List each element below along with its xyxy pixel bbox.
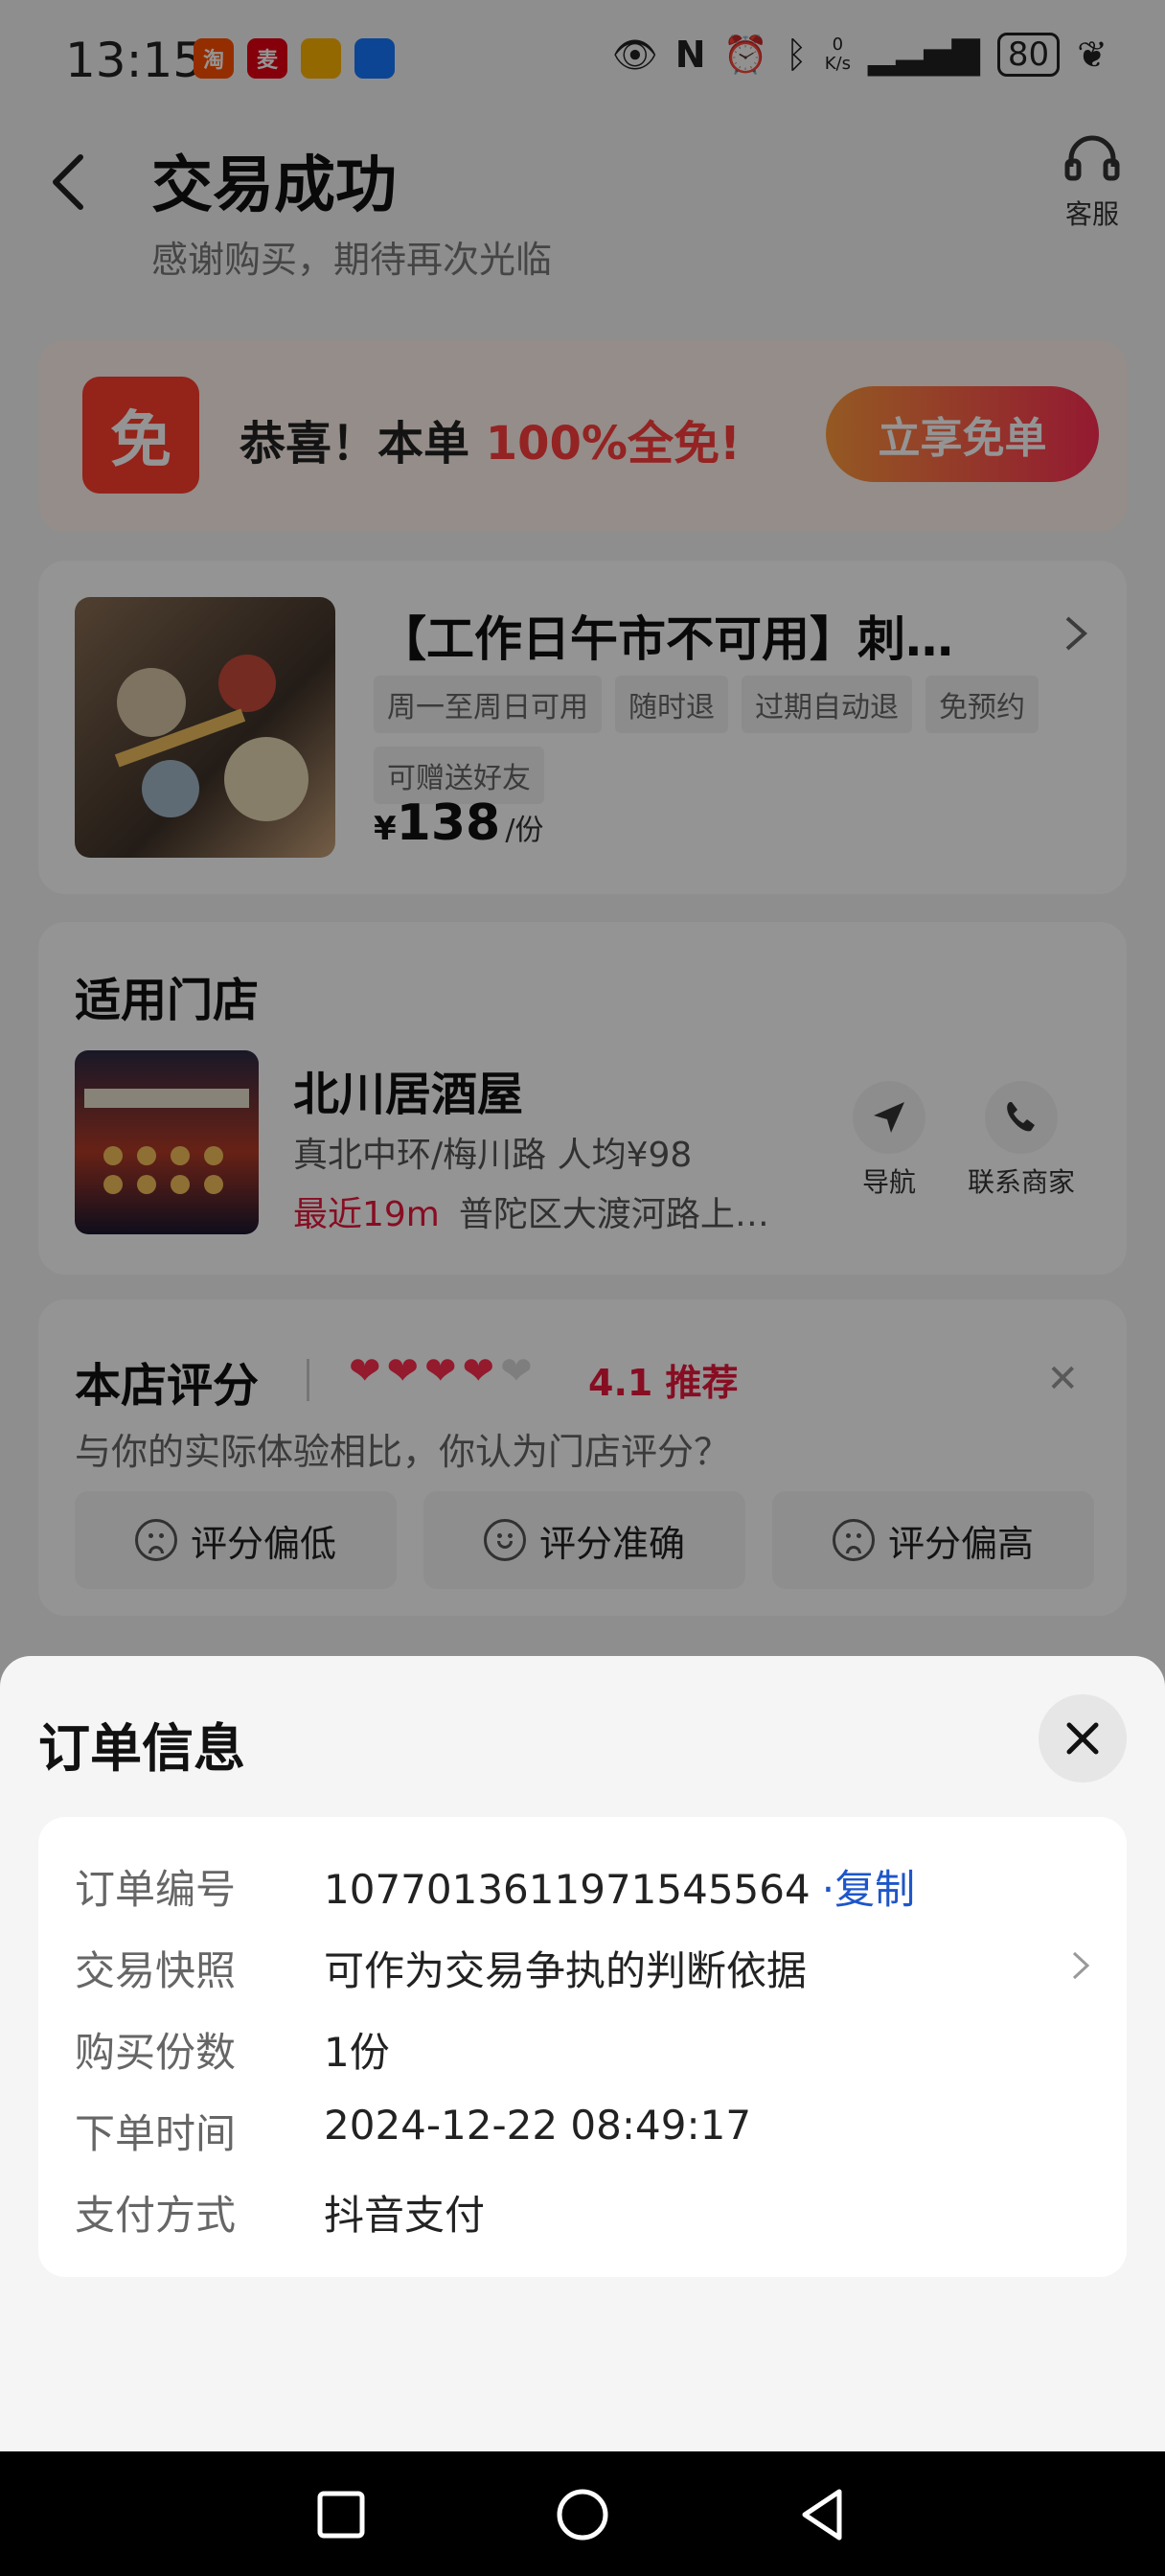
order-info-sheet: 订单信息 订单编号 1077013611971545564 ·复制 交易快照 可作… [0, 1656, 1165, 2451]
sheet-title: 订单信息 [38, 1718, 245, 1779]
snapshot-row[interactable]: 交易快照 可作为交易争执的判断依据 [75, 1939, 1090, 1996]
back-icon[interactable] [795, 2486, 853, 2543]
system-navigation-bar [0, 2451, 1165, 2576]
order-number: 1077013611971545564 [324, 1866, 811, 1913]
info-value: 抖音支付 [324, 2192, 486, 2239]
order-number-row: 订单编号 1077013611971545564 ·复制 [75, 1857, 1090, 1915]
order-info-card: 订单编号 1077013611971545564 ·复制 交易快照 可作为交易争执… [38, 1817, 1127, 2277]
info-label: 下单时间 [75, 2110, 237, 2157]
info-value: 2024-12-22 08:49:17 [324, 2102, 752, 2149]
order-number-value: 1077013611971545564 ·复制 [324, 1857, 915, 1916]
payment-method-row: 支付方式 抖音支付 [75, 2183, 1090, 2241]
chevron-right-icon [1072, 1951, 1090, 1980]
home-icon[interactable] [554, 2486, 611, 2543]
info-label: 购买份数 [75, 2029, 237, 2076]
info-value: 可作为交易争执的判断依据 [324, 1947, 808, 1994]
recent-apps-icon[interactable] [312, 2486, 370, 2543]
order-detail-page: 13:15 淘 麦 👁 N ⏰ ᛒ 0 K/s ▂▃▅▇ 80 ❦ 交易成功 感谢… [0, 0, 1165, 2576]
info-value: 1份 [324, 2029, 390, 2076]
sheet-close-button[interactable] [1039, 1694, 1127, 1782]
info-label: 交易快照 [75, 1947, 237, 1994]
info-label: 订单编号 [75, 1866, 237, 1913]
quantity-row: 购买份数 1份 [75, 2020, 1090, 2078]
copy-button[interactable]: ·复制 [822, 1866, 915, 1913]
close-icon [1066, 1722, 1099, 1755]
order-time-row: 下单时间 2024-12-22 08:49:17 [75, 2102, 1090, 2159]
info-label: 支付方式 [75, 2192, 237, 2239]
